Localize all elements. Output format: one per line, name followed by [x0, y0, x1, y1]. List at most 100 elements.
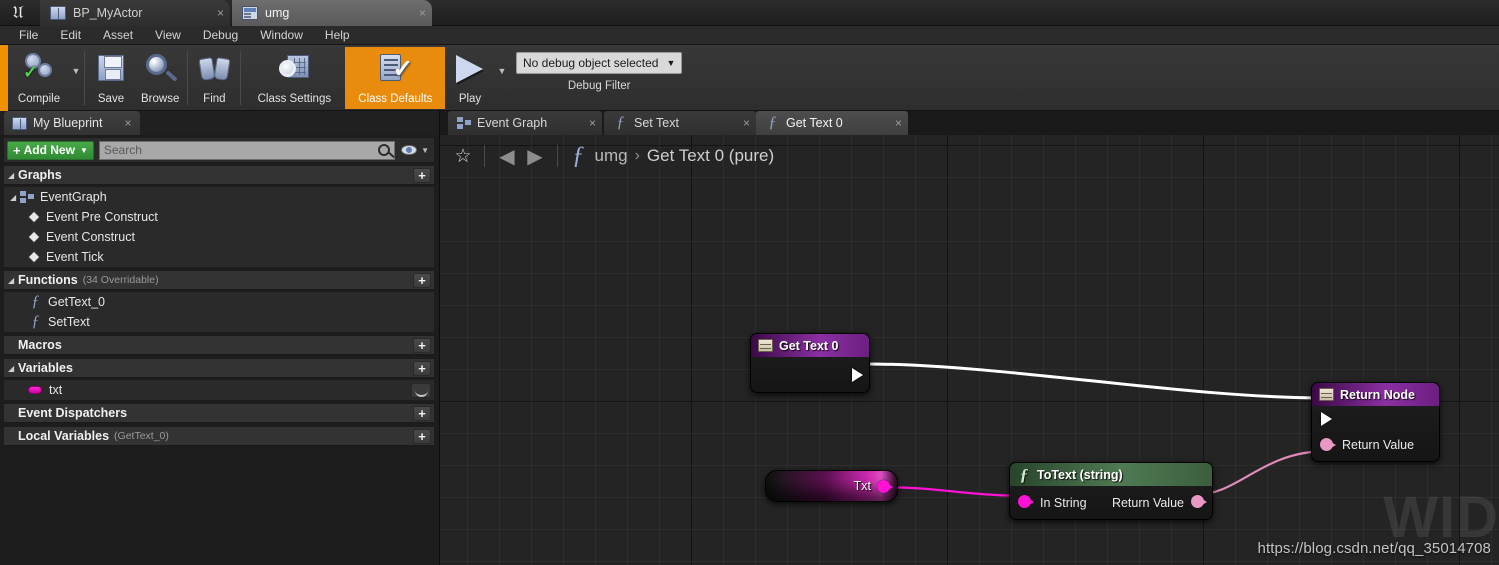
tab-get-text-0[interactable]: ƒ Get Text 0 × — [756, 111, 908, 135]
graph-tab-label: Set Text — [634, 116, 679, 130]
tree-item-label: GetText_0 — [48, 295, 105, 309]
node-title: Return Node — [1340, 387, 1415, 402]
graph-canvas[interactable]: ☆ ◀ ▶ ƒ umg › Get Text 0 (pure) Get Text… — [440, 135, 1499, 565]
section-header-graphs[interactable]: ◢ Graphs + — [4, 166, 434, 185]
menu-item-help[interactable]: Help — [314, 26, 361, 45]
close-icon[interactable]: × — [723, 116, 750, 130]
my-blueprint-tree: ◢ Graphs + ◢ EventGraph Event Pre Constr… — [4, 166, 434, 448]
divider — [484, 145, 485, 167]
tab-set-text[interactable]: ƒ Set Text × — [604, 111, 756, 135]
section-header-variables[interactable]: ◢ Variables + — [4, 359, 434, 378]
node-pin-row-return: Return Value — [1312, 432, 1439, 458]
play-dropdown-caret-icon[interactable]: ▼ — [496, 66, 508, 90]
search-placeholder: Search — [103, 143, 142, 157]
pin-exec-out-icon[interactable] — [852, 368, 863, 382]
toolbar-divider — [240, 51, 242, 105]
add-function-button[interactable]: + — [413, 272, 431, 288]
add-new-button[interactable]: + Add New ▼ — [7, 140, 94, 160]
asset-tab-bp-myactor[interactable]: BP_MyActor × — [40, 0, 230, 26]
close-icon[interactable]: × — [401, 6, 426, 20]
menu-item-view[interactable]: View — [144, 26, 192, 45]
breadcrumb-current: Get Text 0 (pure) — [646, 146, 775, 165]
pin-in-string-icon[interactable] — [1018, 495, 1034, 508]
close-icon[interactable]: × — [199, 6, 224, 20]
class-settings-button[interactable]: Class Settings — [243, 47, 345, 109]
favorite-star-icon[interactable]: ☆ — [450, 145, 476, 168]
tree-item-event-tick[interactable]: Event Tick — [4, 247, 434, 267]
save-button[interactable]: Save — [87, 47, 135, 109]
section-header-macros[interactable]: Macros + — [4, 336, 434, 355]
debug-object-select[interactable]: No debug object selected ▼ — [516, 52, 683, 74]
graph-icon — [20, 191, 34, 203]
tab-event-graph[interactable]: Event Graph × — [448, 111, 602, 135]
wire-string — [875, 485, 1025, 498]
pin-return-value-out-icon[interactable] — [1191, 495, 1207, 508]
play-label: Play — [458, 93, 482, 105]
breadcrumb-root[interactable]: umg — [595, 146, 628, 166]
eye-icon — [401, 145, 418, 155]
tree-item-eventgraph[interactable]: ◢ EventGraph — [4, 187, 434, 207]
event-diamond-icon — [27, 210, 41, 224]
tree-item-event-construct[interactable]: Event Construct — [4, 227, 434, 247]
menu-item-file[interactable]: File — [8, 26, 49, 45]
function-icon: ƒ — [31, 313, 40, 330]
section-header-event-dispatchers[interactable]: Event Dispatchers + — [4, 404, 434, 423]
add-macro-button[interactable]: + — [413, 337, 431, 353]
add-event-dispatcher-button[interactable]: + — [413, 405, 431, 421]
browse-button[interactable]: Browse — [135, 47, 185, 109]
class-defaults-button[interactable]: ✓ Class Defaults — [345, 47, 446, 109]
menu-item-edit[interactable]: Edit — [49, 26, 92, 45]
back-arrow-icon[interactable]: ◀ — [493, 144, 521, 169]
pin-exec-in-icon[interactable] — [1321, 412, 1332, 426]
section-sublabel: (34 Overridable) — [82, 274, 159, 286]
node-header: Return Node — [1312, 383, 1439, 406]
section-header-functions[interactable]: ◢ Functions (34 Overridable) + — [4, 271, 434, 290]
tree-item-gettext-0[interactable]: ƒ GetText_0 — [4, 292, 434, 312]
panel-tab-my-blueprint[interactable]: My Blueprint × — [4, 111, 140, 135]
function-icon: ƒ — [1019, 464, 1029, 484]
menu-item-asset[interactable]: Asset — [92, 26, 144, 45]
chevron-icon: ◢ — [8, 275, 15, 285]
find-button[interactable]: Find — [190, 47, 238, 109]
menu-item-debug[interactable]: Debug — [192, 26, 249, 45]
close-icon[interactable]: × — [569, 116, 596, 130]
compile-button[interactable]: ✓ Compile — [8, 47, 70, 109]
add-graph-button[interactable]: + — [413, 167, 431, 183]
find-label: Find — [203, 93, 226, 105]
graph-tab-strip: Event Graph × ƒ Set Text × ƒ Get Text 0 … — [440, 111, 1499, 135]
graph-icon — [457, 117, 471, 129]
asset-tab-label: BP_MyActor — [73, 6, 143, 20]
menu-item-window[interactable]: Window — [249, 26, 314, 45]
class-settings-label: Class Settings — [257, 93, 332, 105]
play-triangle-icon — [452, 52, 488, 86]
node-get-text-0[interactable]: Get Text 0 — [750, 333, 870, 393]
node-to-text-string[interactable]: ƒ ToText (string) In String Return Value — [1009, 462, 1213, 520]
binoculars-icon — [196, 52, 232, 86]
menu-bar: File Edit Asset View Debug Window Help — [0, 26, 1499, 45]
blueprint-book-icon — [12, 116, 27, 130]
play-button[interactable]: Play — [444, 47, 496, 109]
blueprint-book-icon — [50, 6, 66, 20]
close-icon[interactable]: × — [875, 116, 902, 130]
compile-dropdown-caret-icon[interactable]: ▼ — [70, 66, 82, 90]
section-label: Graphs — [18, 168, 62, 182]
search-input[interactable]: Search — [98, 140, 396, 160]
tree-item-settext[interactable]: ƒ SetText — [4, 312, 434, 332]
asset-tab-umg[interactable]: umg × — [232, 0, 432, 26]
node-return-node[interactable]: Return Node Return Value — [1311, 382, 1440, 462]
pin-return-value-in-icon[interactable] — [1320, 438, 1336, 451]
debug-filter-label: Debug Filter — [567, 80, 631, 92]
add-local-variable-button[interactable]: + — [413, 428, 431, 444]
node-txt-getter[interactable]: Txt — [765, 470, 898, 502]
tree-item-event-pre-construct[interactable]: Event Pre Construct — [4, 207, 434, 227]
tree-item-label: SetText — [48, 315, 90, 329]
pin-txt-out-icon[interactable] — [877, 480, 893, 493]
eye-closed-icon[interactable] — [411, 382, 431, 398]
forward-arrow-icon[interactable]: ▶ — [521, 144, 549, 169]
section-header-local-variables[interactable]: Local Variables (GetText_0) + — [4, 427, 434, 446]
tree-item-txt[interactable]: txt — [4, 380, 434, 400]
visibility-toggle[interactable]: ▼ — [401, 145, 429, 155]
node-title: ToText (string) — [1037, 467, 1123, 482]
close-icon[interactable]: × — [124, 116, 131, 130]
add-variable-button[interactable]: + — [413, 360, 431, 376]
